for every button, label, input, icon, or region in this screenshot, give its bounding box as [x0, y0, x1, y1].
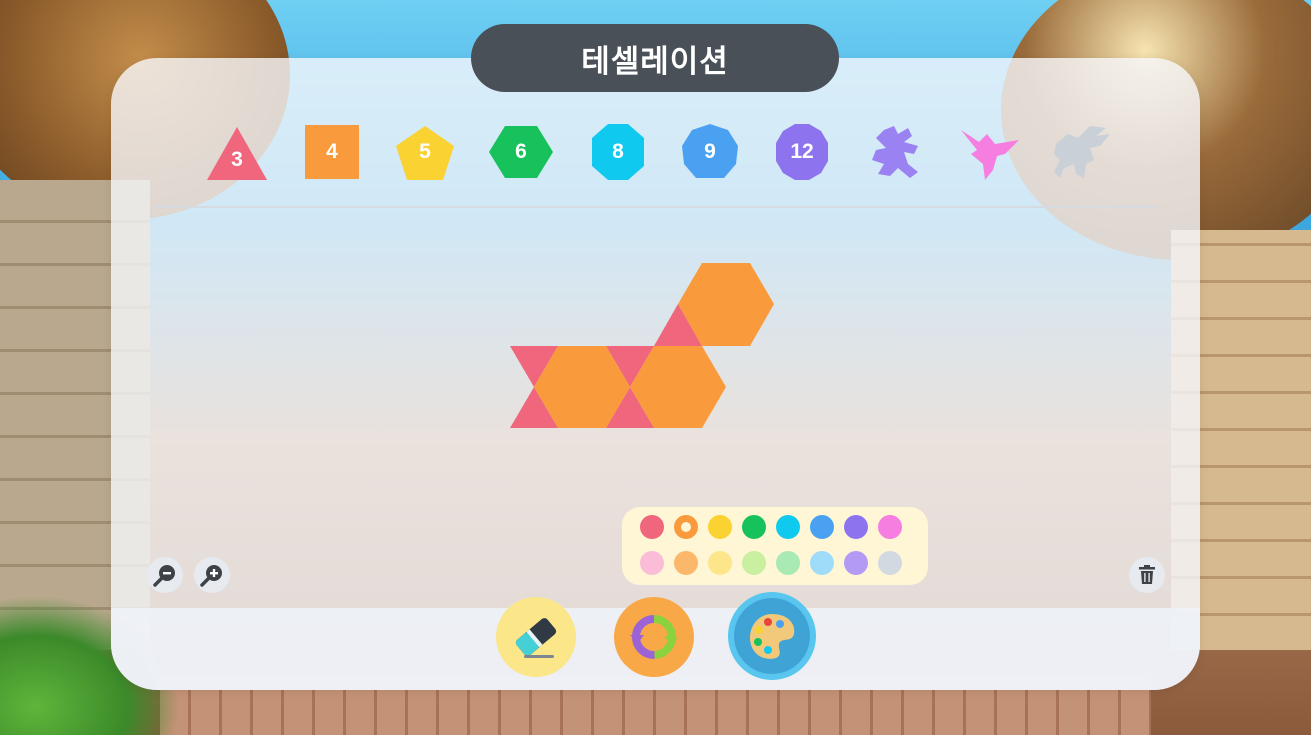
color-swatch-light-yellow[interactable]: [708, 551, 732, 575]
color-swatch-green[interactable]: [742, 515, 766, 539]
color-swatch-pink[interactable]: [878, 515, 902, 539]
zoom-out-icon: [153, 565, 175, 587]
color-swatch-light-blue[interactable]: [810, 551, 834, 575]
color-swatch-red[interactable]: [640, 515, 664, 539]
pegasus-figure-icon: [1054, 126, 1110, 178]
shape-lizard-button[interactable]: [864, 124, 928, 180]
color-swatch-yellow[interactable]: [708, 515, 732, 539]
shape-label: 8: [612, 140, 624, 163]
shape-label: 12: [790, 140, 814, 163]
color-swatch-mint[interactable]: [776, 551, 800, 575]
shape-pegasus-button[interactable]: [1050, 124, 1114, 180]
color-tool-button[interactable]: [728, 592, 816, 680]
shape-label: 6: [515, 140, 527, 163]
color-swatch-light-orange[interactable]: [674, 551, 698, 575]
color-swatch-lavender[interactable]: [844, 551, 868, 575]
eraser-icon: [515, 618, 557, 658]
palette-icon: [750, 614, 795, 659]
trash-button[interactable]: [1129, 557, 1165, 593]
color-swatch-orange-selected[interactable]: [674, 515, 698, 539]
zoom-in-icon: [200, 565, 222, 587]
toolbar-divider: [155, 206, 1155, 208]
color-swatch-gray[interactable]: [878, 551, 902, 575]
lizard-figure-icon: [872, 126, 918, 178]
zoom-in-button[interactable]: [194, 557, 230, 593]
shape-octagon-button[interactable]: 8: [586, 124, 650, 180]
shape-bird-button[interactable]: [957, 124, 1021, 180]
color-swatch-cyan[interactable]: [776, 515, 800, 539]
color-palette: [622, 507, 928, 585]
shape-hexagon-button[interactable]: 6: [489, 124, 553, 180]
placed-pieces: [510, 263, 774, 428]
shape-square-button[interactable]: 4: [300, 124, 364, 180]
rotate-icon: [630, 615, 678, 659]
color-swatch-blue[interactable]: [810, 515, 834, 539]
zoom-out-button[interactable]: [147, 557, 183, 593]
color-swatch-light-pink[interactable]: [640, 551, 664, 575]
bird-figure-icon: [961, 130, 1019, 180]
shape-label: 5: [419, 140, 431, 163]
shape-triangle-button[interactable]: 3: [205, 124, 269, 180]
rotate-button[interactable]: [614, 597, 694, 677]
shape-label: 3: [231, 148, 243, 171]
eraser-button[interactable]: [496, 597, 576, 677]
page-title: 테셀레이션: [471, 24, 839, 92]
trash-icon: [1139, 565, 1155, 584]
shape-pentagon-button[interactable]: 5: [393, 124, 457, 180]
shape-label: 9: [704, 140, 716, 163]
shape-dodecagon-button[interactable]: 12: [770, 124, 834, 180]
color-swatch-lime[interactable]: [742, 551, 766, 575]
shape-label: 4: [326, 140, 338, 163]
color-swatch-purple[interactable]: [844, 515, 868, 539]
shape-nonagon-button[interactable]: 9: [678, 124, 742, 180]
tessellation-canvas[interactable]: [150, 212, 1150, 502]
